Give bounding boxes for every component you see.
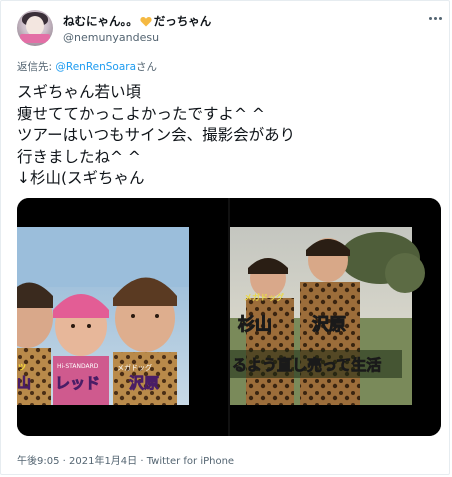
tweet-line: 痩せててかっこよかったですよ^ ^ [17,104,265,123]
tweet-text: スギちゃん若い頃 痩せててかっこよかったですよ^ ^ ツアーはいつもサイン会、撮… [17,82,437,190]
author-name-row[interactable]: ねむにゃん。。 だっちゃん [63,13,211,29]
caption-left-5: メガドッグ [117,363,152,372]
display-name-prefix: ねむにゃん。。 [63,14,138,28]
heart-emoji-icon [140,16,152,26]
caption-right-3: 沢原 [312,314,346,335]
tweet-line: ↓杉山(スギちゃん [17,169,145,187]
photo-left-illustration: ッ 山 Hi-STANDARD レッド メガドッグ 沢原 [17,227,189,405]
tweet-line: スギちゃん若い頃 [17,83,142,101]
more-icon[interactable] [426,9,444,27]
caption-right-4: るよう直し売って生活 [232,356,381,374]
caption-left-6: 沢原 [129,374,159,392]
caption-left-4: レッド [55,374,100,392]
avatar[interactable] [17,10,53,46]
caption-right-1: メガドッグ [244,292,284,302]
media-grid: ッ 山 Hi-STANDARD レッド メガドッグ 沢原 メガドッグ 杉山 沢原… [17,198,441,436]
tweet-line: ツアーはいつもサイン会、撮影会があり [17,126,296,144]
display-name-suffix: だっちゃん [153,14,212,28]
reply-context: 返信先: @RenRenSoaraさん [17,59,157,74]
photo-right-illustration: メガドッグ 杉山 沢原 るよう直し売って生活 [230,227,425,405]
reply-mention-link[interactable]: @RenRenSoara [55,61,136,73]
caption-left-1: ッ [17,362,27,373]
tweet-card: ねむにゃん。。 だっちゃん @nemunyandesu 返信先: @RenRen… [0,0,450,475]
caption-right-2: 杉山 [238,314,272,335]
caption-left-3: Hi-STANDARD [57,363,99,370]
tweet-line: 行きましたね^ ^ [17,147,141,166]
media-photo-right[interactable]: メガドッグ 杉山 沢原 るよう直し売って生活 [230,198,441,436]
caption-left-2: 山 [17,376,31,392]
tweet-timestamp[interactable]: 午後9:05 · 2021年1月4日 · Twitter for iPhone [17,452,234,467]
author-handle[interactable]: @nemunyandesu [63,31,159,44]
reply-suffix: さん [136,61,158,73]
avatar-badge [20,34,50,43]
avatar-face [26,16,44,36]
media-photo-left[interactable]: ッ 山 Hi-STANDARD レッド メガドッグ 沢原 [17,198,228,436]
reply-prefix: 返信先: [17,61,56,73]
